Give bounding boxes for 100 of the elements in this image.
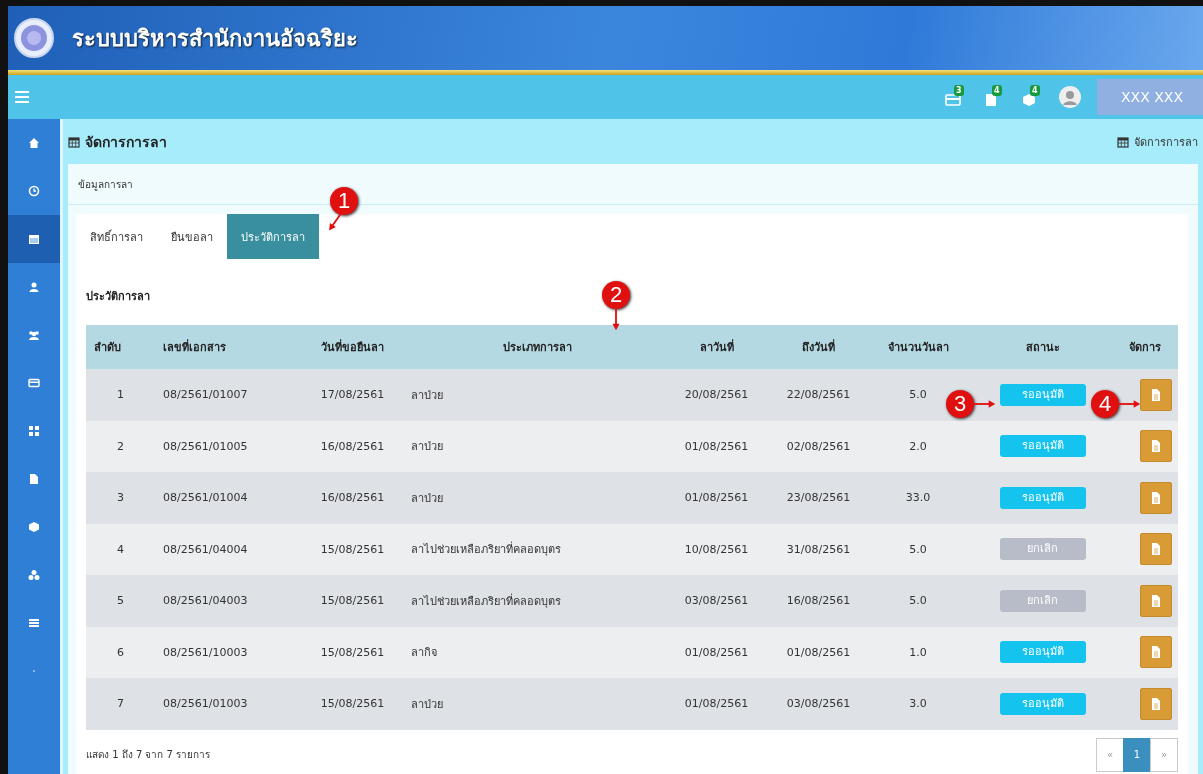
table-cell: 1 [86,369,155,421]
document-button[interactable] [1140,430,1172,463]
table-cell: 1.0 [867,626,969,678]
cubes-icon [28,569,40,581]
column-header: จัดการ [1116,325,1178,369]
document-button[interactable] [1140,584,1172,617]
calendar-icon [1117,135,1129,148]
table-cell: ลาป่วย [411,678,663,730]
document-button[interactable] [1140,378,1172,411]
table-cell: 08/2561/10003 [155,626,294,678]
table-cell: 03/08/2561 [663,575,770,627]
user-menu-button[interactable]: XXX XXX [1097,79,1203,115]
document-icon [1151,491,1161,504]
table-cell: 5.0 [867,523,969,575]
table-cell: 01/08/2561 [663,626,770,678]
panel-heading: ข้อมูลการลา [78,177,133,192]
table-cell: 20/08/2561 [663,369,770,421]
status-label: รออนุมัติ [999,435,1086,458]
status-label: รออนุมัติ [999,692,1086,715]
table-cell: 31/08/2561 [770,523,867,575]
table-cell: ลาไปช่วยเหลือภริยาที่คลอดบุตร [411,575,663,627]
column-header: จำนวนวันลา [867,325,969,369]
table-cell: 08/2561/01007 [155,369,294,421]
avatar-icon[interactable] [1059,86,1081,108]
tab[interactable]: ประวัติการลา [227,214,319,259]
table-cell: 08/2561/01004 [155,472,294,524]
table-cell: 33.0 [867,472,969,524]
status-label: รออนุมัติ [999,641,1086,664]
status-label: ยกเลิก [999,589,1086,612]
table-cell: 16/08/2561 [294,472,411,524]
users-icon [28,329,40,341]
column-header: ลำดับ [86,325,155,369]
notification-badge: 4 [992,85,1002,96]
table-cell: 16/08/2561 [294,420,411,472]
column-header: ประเภทการลา [411,325,663,369]
sidebar-item[interactable] [8,215,60,263]
table-cell: 15/08/2561 [294,678,411,730]
column-header: ลาวันที่ [663,325,770,369]
table-cell: 22/08/2561 [770,369,867,421]
page-button[interactable]: » [1150,737,1178,772]
table-cell: ลากิจ [411,626,663,678]
column-header: สถานะ [969,325,1116,369]
table-cell: 4 [86,523,155,575]
table-cell: 5.0 [867,575,969,627]
clock-icon [28,185,40,197]
card-icon [28,377,40,389]
card-icon[interactable] [945,93,961,107]
page-title: จัดการการลา [85,132,167,152]
table-info: แสดง 1 ถึง 7 จาก 7 รายการ [86,748,211,762]
table-cell: 08/2561/01003 [155,678,294,730]
document-icon [1151,388,1161,401]
table-cell: ลาป่วย [411,472,663,524]
document-button[interactable] [1140,687,1172,720]
document-icon [1151,543,1161,556]
calendar-icon [28,233,40,245]
table-cell: 02/08/2561 [770,420,867,472]
column-header: ถึงวันที่ [770,325,867,369]
table-cell: 01/08/2561 [663,420,770,472]
table-cell: 2.0 [867,420,969,472]
document-icon [1151,594,1161,607]
user-icon [28,281,40,293]
table-cell: 08/2561/04004 [155,523,294,575]
section-title: ประวัติการลา [86,290,150,303]
document-icon [1151,697,1161,710]
column-header: วันที่ขอยืนลา [294,325,411,369]
table-cell: 15/08/2561 [294,626,411,678]
table-cell: ลาป่วย [411,420,663,472]
table-cell: 3.0 [867,678,969,730]
table-cell: 16/08/2561 [770,575,867,627]
document-icon[interactable] [983,93,999,107]
table-cell: 01/08/2561 [663,472,770,524]
home-icon [28,137,40,149]
notification-badge: 4 [1030,85,1040,96]
document-icon [1151,646,1161,659]
table-cell: 2 [86,420,155,472]
document-button[interactable] [1140,636,1172,669]
table-cell: ลาป่วย [411,369,663,421]
status-label: ยกเลิก [999,538,1086,561]
cube-icon[interactable] [1021,93,1037,107]
menu-icon[interactable] [15,91,29,103]
table-cell: 03/08/2561 [770,678,867,730]
table-cell: 08/2561/04003 [155,575,294,627]
table-cell: 5 [86,575,155,627]
table-cell: 08/2561/01005 [155,420,294,472]
seal-logo [14,18,54,58]
table-cell: 10/08/2561 [663,523,770,575]
table-cell: 17/08/2561 [294,369,411,421]
status-label: รออนุมัติ [999,383,1086,406]
status-label: รออนุมัติ [999,486,1086,509]
breadcrumb[interactable]: จัดการการลา [1134,132,1198,151]
document-button[interactable] [1140,533,1172,566]
document-button[interactable] [1140,481,1172,514]
column-header: เลขที่เอกสาร [155,325,294,369]
table-cell: 6 [86,626,155,678]
page-button[interactable]: 1 [1123,737,1151,772]
list-icon [28,617,40,629]
page-button[interactable]: « [1096,737,1124,772]
table-cell: 01/08/2561 [663,678,770,730]
grid-icon [28,425,40,437]
table-cell: 7 [86,678,155,730]
